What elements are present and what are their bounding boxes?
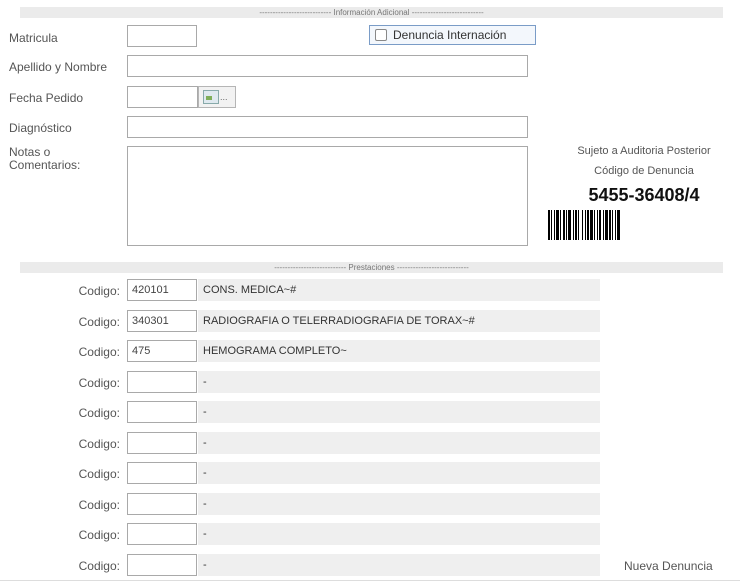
barcode-bar xyxy=(551,210,552,240)
barcode-bar xyxy=(560,210,561,240)
codigo-label: Codigo: xyxy=(78,315,120,329)
auditoria-text: Sujeto a Auditoria Posterior xyxy=(577,145,711,157)
codigo-input[interactable] xyxy=(127,401,197,423)
codigo-label: Codigo: xyxy=(78,376,120,390)
codigo-denuncia-label: Código de Denuncia xyxy=(594,165,694,177)
barcode-bar xyxy=(590,210,593,240)
codigo-label: Codigo: xyxy=(78,559,120,573)
prestacion-descripcion: RADIOGRAFIA O TELERRADIOGRAFIA DE TORAX~… xyxy=(198,310,600,332)
prestacion-descripcion: HEMOGRAMA COMPLETO~ xyxy=(198,340,600,362)
matricula-label: Matricula xyxy=(9,31,58,45)
fecha-pedido-input[interactable] xyxy=(127,86,198,108)
codigo-input[interactable] xyxy=(127,462,197,484)
prestaciones-section-header: --------------------------- Prestaciones… xyxy=(20,262,723,273)
calendar-button-text: ... xyxy=(220,92,228,102)
prestacion-descripcion: - xyxy=(198,371,600,393)
barcode-bar xyxy=(587,210,589,240)
apellido-nombre-input[interactable] xyxy=(127,55,528,77)
codigo-label: Codigo: xyxy=(78,528,120,542)
barcode-bar xyxy=(594,210,595,240)
codigo-label: Codigo: xyxy=(78,345,120,359)
codigo-label: Codigo: xyxy=(78,406,120,420)
notas-label-line2: Comentarios: xyxy=(9,158,81,172)
denuncia-internacion-checkbox[interactable]: Denuncia Internación xyxy=(369,25,536,45)
barcode-image xyxy=(548,210,620,240)
bottom-divider xyxy=(0,580,740,581)
barcode-bar xyxy=(556,210,559,240)
barcode-bar xyxy=(612,210,613,240)
codigo-input[interactable] xyxy=(127,554,197,576)
fecha-pedido-label: Fecha Pedido xyxy=(9,91,84,105)
codigo-input[interactable] xyxy=(127,310,197,332)
barcode-bar xyxy=(615,210,616,240)
matricula-input[interactable] xyxy=(127,25,197,47)
barcode-bar xyxy=(578,210,579,240)
calendar-icon xyxy=(203,90,219,104)
codigo-input[interactable] xyxy=(127,279,197,301)
codigo-input[interactable] xyxy=(127,371,197,393)
codigo-denuncia-value: 5455-36408/4 xyxy=(588,185,700,205)
codigo-input[interactable] xyxy=(127,340,197,362)
notas-textarea[interactable] xyxy=(127,146,528,246)
codigo-input[interactable] xyxy=(127,432,197,454)
diagnostico-input[interactable] xyxy=(127,116,528,138)
barcode-bar xyxy=(585,210,586,240)
denuncia-internacion-label: Denuncia Internación xyxy=(393,28,507,42)
barcode-bar xyxy=(563,210,565,240)
barcode-bar xyxy=(599,210,601,240)
nueva-denuncia-link[interactable]: Nueva Denuncia xyxy=(624,559,713,573)
barcode-bar xyxy=(575,210,577,240)
checkbox-icon[interactable] xyxy=(375,29,387,41)
barcode-bar xyxy=(597,210,598,240)
codigo-label: Codigo: xyxy=(78,467,120,481)
barcode-bar xyxy=(582,210,583,240)
prestacion-descripcion: - xyxy=(198,554,600,576)
diagnostico-label: Diagnóstico xyxy=(9,121,72,135)
prestacion-descripcion: - xyxy=(198,523,600,545)
barcode-bar xyxy=(605,210,608,240)
prestacion-descripcion: CONS. MEDICA~# xyxy=(198,279,600,301)
barcode-bar xyxy=(603,210,604,240)
apellido-nombre-label: Apellido y Nombre xyxy=(9,60,108,74)
notas-label: Notas o Comentarios: xyxy=(9,146,80,172)
prestacion-descripcion: - xyxy=(198,462,600,484)
barcode-bar xyxy=(568,210,571,240)
prestacion-descripcion: - xyxy=(198,493,600,515)
prestacion-descripcion: - xyxy=(198,401,600,423)
codigo-label: Codigo: xyxy=(78,284,120,298)
barcode-bar xyxy=(573,210,574,240)
calendar-button[interactable]: ... xyxy=(198,86,236,108)
info-section-header: --------------------------- Información … xyxy=(20,7,723,18)
codigo-input[interactable] xyxy=(127,523,197,545)
codigo-label: Codigo: xyxy=(78,498,120,512)
barcode-bar xyxy=(548,210,550,240)
codigo-label: Codigo: xyxy=(78,437,120,451)
barcode-bar xyxy=(566,210,567,240)
codigo-input[interactable] xyxy=(127,493,197,515)
prestacion-descripcion: - xyxy=(198,432,600,454)
barcode-bar xyxy=(609,210,611,240)
barcode-bar xyxy=(554,210,555,240)
barcode-bar xyxy=(617,210,620,240)
